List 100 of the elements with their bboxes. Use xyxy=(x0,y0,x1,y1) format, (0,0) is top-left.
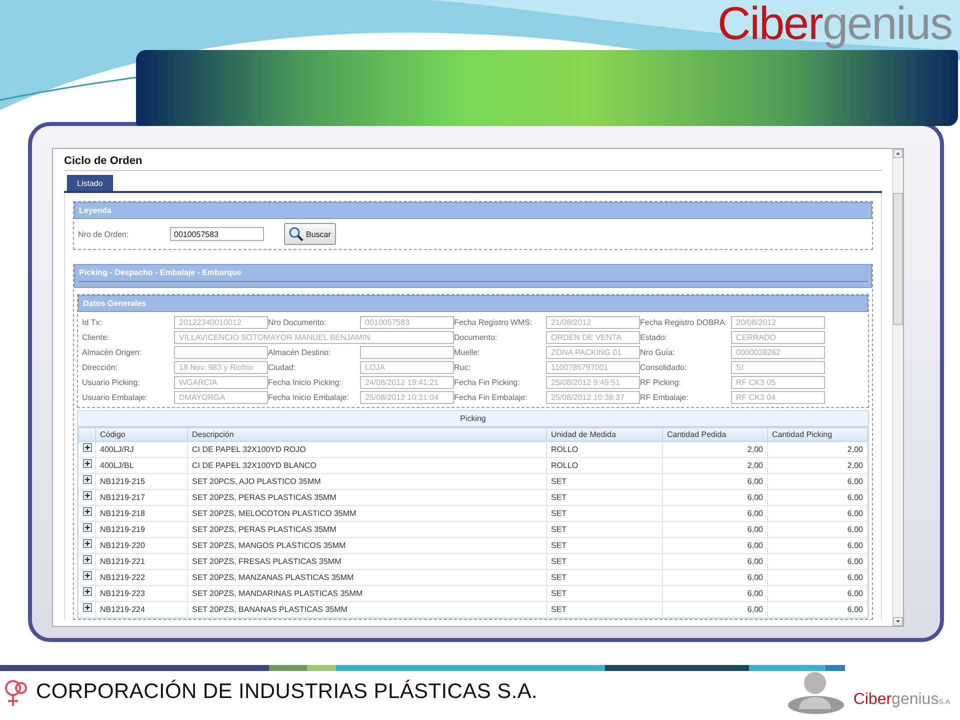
readonly-field[interactable]: DMAYORGA xyxy=(174,391,268,404)
field-label: Fecha Fin Picking: xyxy=(454,378,521,387)
company-name: CORPORACIÓN DE INDUSTRIAS PLÁSTICAS S.A. xyxy=(36,680,538,704)
expand-icon[interactable] xyxy=(83,474,92,484)
table-cell: SET 20PZS, BANANAS PLASTICAS 35MM xyxy=(188,602,546,618)
readonly-field[interactable]: 20122340010012 xyxy=(174,316,268,329)
field-label: RF Picking: xyxy=(640,378,682,387)
table-cell: 2,00 xyxy=(662,442,768,458)
readonly-field[interactable]: 25/08/2012 9:49:51 xyxy=(546,376,640,389)
table-cell: NB1219-219 xyxy=(96,522,188,538)
expand-icon[interactable] xyxy=(83,554,92,564)
table-cell: NB1219-217 xyxy=(96,490,188,506)
table-cell: SET 20PZS, PERAS PLASTICAS 35MM xyxy=(188,522,546,538)
table-cell: 400LJ/RJ xyxy=(96,442,188,458)
readonly-field[interactable]: 1100785797001 xyxy=(546,361,640,374)
expand-icon[interactable] xyxy=(83,506,92,516)
table-cell: SET xyxy=(546,506,662,522)
readonly-field[interactable] xyxy=(360,346,454,359)
readonly-field[interactable]: 21/08/2012 xyxy=(546,316,640,329)
table-cell: SET 20PZS, MELOCOTON PLASTICO 35MM xyxy=(188,506,546,522)
table-cell: 6,00 xyxy=(662,474,768,490)
table-cell: 6,00 xyxy=(662,602,768,618)
readonly-field[interactable]: LOJA xyxy=(360,361,454,374)
table-cell: 6,00 xyxy=(662,490,768,506)
readonly-field[interactable]: RF CK3 05 xyxy=(731,376,825,389)
table-cell: 6,00 xyxy=(768,570,868,586)
expand-icon[interactable] xyxy=(83,586,92,596)
table-cell: SET xyxy=(546,570,662,586)
scroll-down-icon[interactable] xyxy=(893,617,903,626)
field-label: Documento: xyxy=(454,333,498,342)
field-label: Muelle: xyxy=(454,348,481,357)
table-cell: 6,00 xyxy=(662,586,768,602)
column-header[interactable]: Cantidad Pedida xyxy=(662,428,768,442)
readonly-field[interactable]: ORDEN DE VENTA xyxy=(546,331,640,344)
field-label: Estado: xyxy=(640,333,668,342)
table-caption: Picking xyxy=(78,411,868,427)
table-cell: CI DE PAPEL 32X100YD BLANCO xyxy=(188,458,546,474)
field-label: Fecha Inicio Picking: xyxy=(268,378,342,387)
table-cell: SET 20PZS, FRESAS PLASTICAS 35MM xyxy=(188,554,546,570)
column-header[interactable]: Cantidad Picking xyxy=(768,428,868,442)
table-cell: 2,00 xyxy=(768,442,868,458)
table-cell: 6,00 xyxy=(768,522,868,538)
expand-icon[interactable] xyxy=(83,602,92,612)
table-cell: SET xyxy=(546,474,662,490)
window-title: Ciclo de Orden xyxy=(64,153,882,171)
readonly-field[interactable]: 0000038262 xyxy=(731,346,825,359)
readonly-field[interactable]: 25/08/2012 10:31:04 xyxy=(360,391,454,404)
table-cell: NB1219-224 xyxy=(96,602,188,618)
order-field[interactable]: 0010057583 xyxy=(170,227,264,241)
table-cell: CI DE PAPEL 32X100YD ROJO xyxy=(188,442,546,458)
column-header[interactable]: Descripción xyxy=(188,428,546,442)
readonly-field[interactable]: 18 Nov. 983 y Riofrio xyxy=(174,361,268,374)
field-label: Fecha Registro WMS: xyxy=(454,318,534,327)
expand-icon[interactable] xyxy=(83,538,92,548)
table-cell: SET 20PZS, MANGOS PLASTICOS 35MM xyxy=(188,538,546,554)
field-label: Usuario Picking: xyxy=(82,378,141,387)
expand-icon[interactable] xyxy=(83,458,92,468)
readonly-field[interactable]: 25/08/2012 10:38:37 xyxy=(546,391,640,404)
table-cell: 2,00 xyxy=(662,458,768,474)
readonly-field[interactable]: SI xyxy=(731,361,825,374)
readonly-field[interactable]: VILLAVICENCIO SOTOMAYOR MANUEL BENJAMIN xyxy=(174,331,454,344)
readonly-field[interactable]: WGARCIA xyxy=(174,376,268,389)
readonly-field[interactable]: CERRADO xyxy=(731,331,825,344)
table-cell: 6,00 xyxy=(662,506,768,522)
readonly-field[interactable]: 0010057583 xyxy=(360,316,454,329)
table-cell: SET xyxy=(546,522,662,538)
table-cell: SET 20PCS, AJO PLASTICO 35MM xyxy=(188,474,546,490)
table-cell: ROLLO xyxy=(546,442,662,458)
readonly-field[interactable] xyxy=(174,346,268,359)
scrollbar[interactable] xyxy=(892,149,903,626)
section-title: Picking - Despacho - Embalaje - Embarque xyxy=(79,268,242,277)
tab[interactable]: Listado xyxy=(67,175,113,191)
field-label: Fecha Registro DOBRA: xyxy=(640,318,728,327)
brand-logo: Cibergenius xyxy=(718,0,952,50)
readonly-field[interactable]: RF CK3 04 xyxy=(731,391,825,404)
table-cell: SET xyxy=(546,602,662,618)
field-label: Dirección: xyxy=(82,363,119,372)
field-label: Nro Guía: xyxy=(640,348,676,357)
scroll-up-icon[interactable] xyxy=(893,149,903,158)
expand-icon[interactable] xyxy=(83,442,92,452)
search-button[interactable]: Buscar xyxy=(284,223,336,245)
table-cell: SET 20PZS, PERAS PLASTICAS 35MM xyxy=(188,490,546,506)
readonly-field[interactable]: 20/08/2012 xyxy=(731,316,825,329)
field-label: Almacén Origen: xyxy=(82,348,143,357)
readonly-field[interactable]: ZONA PACKING 01 xyxy=(546,346,640,359)
expand-icon[interactable] xyxy=(83,490,92,500)
table-cell: NB1219-218 xyxy=(96,506,188,522)
column-header[interactable]: Código xyxy=(96,428,188,442)
field-label: Nro Documento: xyxy=(268,318,328,327)
expand-icon[interactable] xyxy=(83,570,92,580)
readonly-field[interactable]: 24/08/2012 19:41:21 xyxy=(360,376,454,389)
table-cell: NB1219-222 xyxy=(96,570,188,586)
table-cell: 6,00 xyxy=(768,538,868,554)
column-header[interactable]: Unidad de Medida xyxy=(546,428,662,442)
table-cell: NB1219-220 xyxy=(96,538,188,554)
table-cell: 6,00 xyxy=(662,554,768,570)
field-label: Ciudad: xyxy=(268,363,297,372)
expand-icon[interactable] xyxy=(83,522,92,532)
table-cell: NB1219-221 xyxy=(96,554,188,570)
scroll-thumb[interactable] xyxy=(893,193,903,325)
